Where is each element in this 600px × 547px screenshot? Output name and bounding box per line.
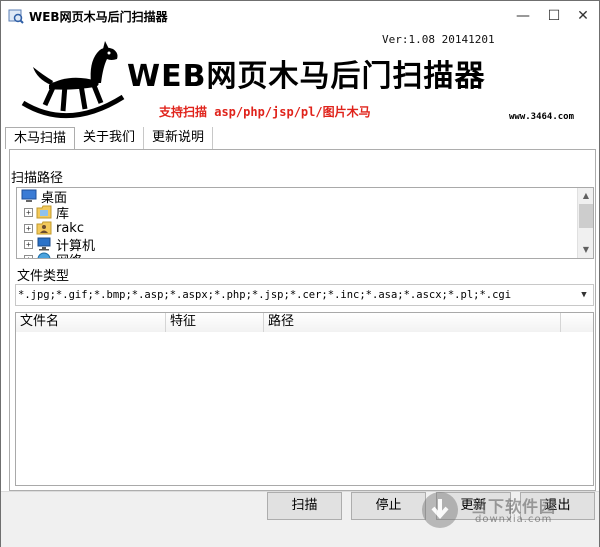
- file-type-combo[interactable]: *.jpg;*.gif;*.bmp;*.asp;*.aspx;*.php;*.j…: [15, 284, 594, 306]
- desktop-icon: [21, 189, 37, 202]
- banner: Ver:1.08 20141201 WEB网页木马后门扫描器 支持扫描 asp/…: [1, 31, 599, 129]
- watermark-url: downxia.com: [475, 514, 553, 525]
- scroll-up-icon[interactable]: ▲: [578, 188, 593, 204]
- expand-icon[interactable]: +: [24, 239, 33, 249]
- minimize-button[interactable]: —: [508, 1, 538, 31]
- watermark-logo-icon: [422, 492, 458, 528]
- rocking-horse-logo: [21, 41, 125, 119]
- title-bar[interactable]: WEB网页木马后门扫描器 — ☐ ✕: [1, 1, 599, 31]
- results-list[interactable]: 文件名 特征 路径: [15, 312, 594, 486]
- stop-button[interactable]: 停止: [351, 492, 426, 520]
- scroll-down-icon[interactable]: ▼: [578, 242, 593, 258]
- window-title: WEB网页木马后门扫描器: [29, 10, 168, 24]
- tree-item-label: 网络: [56, 250, 82, 259]
- results-header: 文件名 特征 路径: [16, 313, 593, 332]
- tree-item-network[interactable]: + 网络: [24, 250, 82, 259]
- computer-icon: [37, 237, 51, 251]
- file-type-value: *.jpg;*.gif;*.bmp;*.asp;*.aspx;*.php;*.j…: [18, 289, 512, 301]
- column-path[interactable]: 路径: [264, 313, 561, 332]
- maximize-button[interactable]: ☐: [539, 1, 569, 31]
- scroll-thumb[interactable]: [579, 204, 593, 228]
- tree-item-label: 库: [56, 206, 70, 222]
- tab-about-us[interactable]: 关于我们: [75, 127, 145, 149]
- tree-item-label: rakc: [56, 220, 84, 236]
- tab-strip: 木马扫描 关于我们 更新说明: [5, 127, 214, 149]
- folder-tree[interactable]: 桌面 + 库 + rakc + 计算机 + ▲ ▼: [16, 187, 594, 259]
- scan-button[interactable]: 扫描: [267, 492, 342, 520]
- banner-title: WEB网页木马后门扫描器: [127, 59, 486, 94]
- app-window: WEB网页木马后门扫描器 — ☐ ✕ Ver:1.08 20141201 WEB…: [0, 0, 600, 547]
- tab-trojan-scan[interactable]: 木马扫描: [5, 127, 76, 149]
- tree-scrollbar[interactable]: ▲ ▼: [577, 188, 593, 258]
- library-folder-icon: [36, 205, 52, 219]
- tab-update-notes[interactable]: 更新说明: [144, 127, 214, 149]
- column-filename[interactable]: 文件名: [16, 313, 166, 332]
- site-url[interactable]: www.3464.com: [509, 112, 574, 122]
- column-signature[interactable]: 特征: [166, 313, 264, 332]
- column-filler: [561, 313, 593, 332]
- chevron-down-icon[interactable]: ▼: [577, 285, 591, 305]
- expand-icon[interactable]: +: [24, 223, 33, 233]
- tree-item-library[interactable]: + 库: [24, 204, 70, 222]
- expand-icon[interactable]: +: [24, 254, 33, 258]
- version-label: Ver:1.08 20141201: [382, 33, 495, 46]
- user-folder-icon: [36, 221, 52, 235]
- app-icon: [8, 9, 24, 24]
- file-type-label: 文件类型: [17, 269, 70, 284]
- expand-icon[interactable]: +: [24, 207, 33, 217]
- support-text: 支持扫描 asp/php/jsp/pl/图片木马: [159, 105, 371, 119]
- network-icon: [37, 252, 51, 258]
- close-button[interactable]: ✕: [568, 1, 598, 31]
- scan-path-label: 扫描路径: [11, 171, 64, 186]
